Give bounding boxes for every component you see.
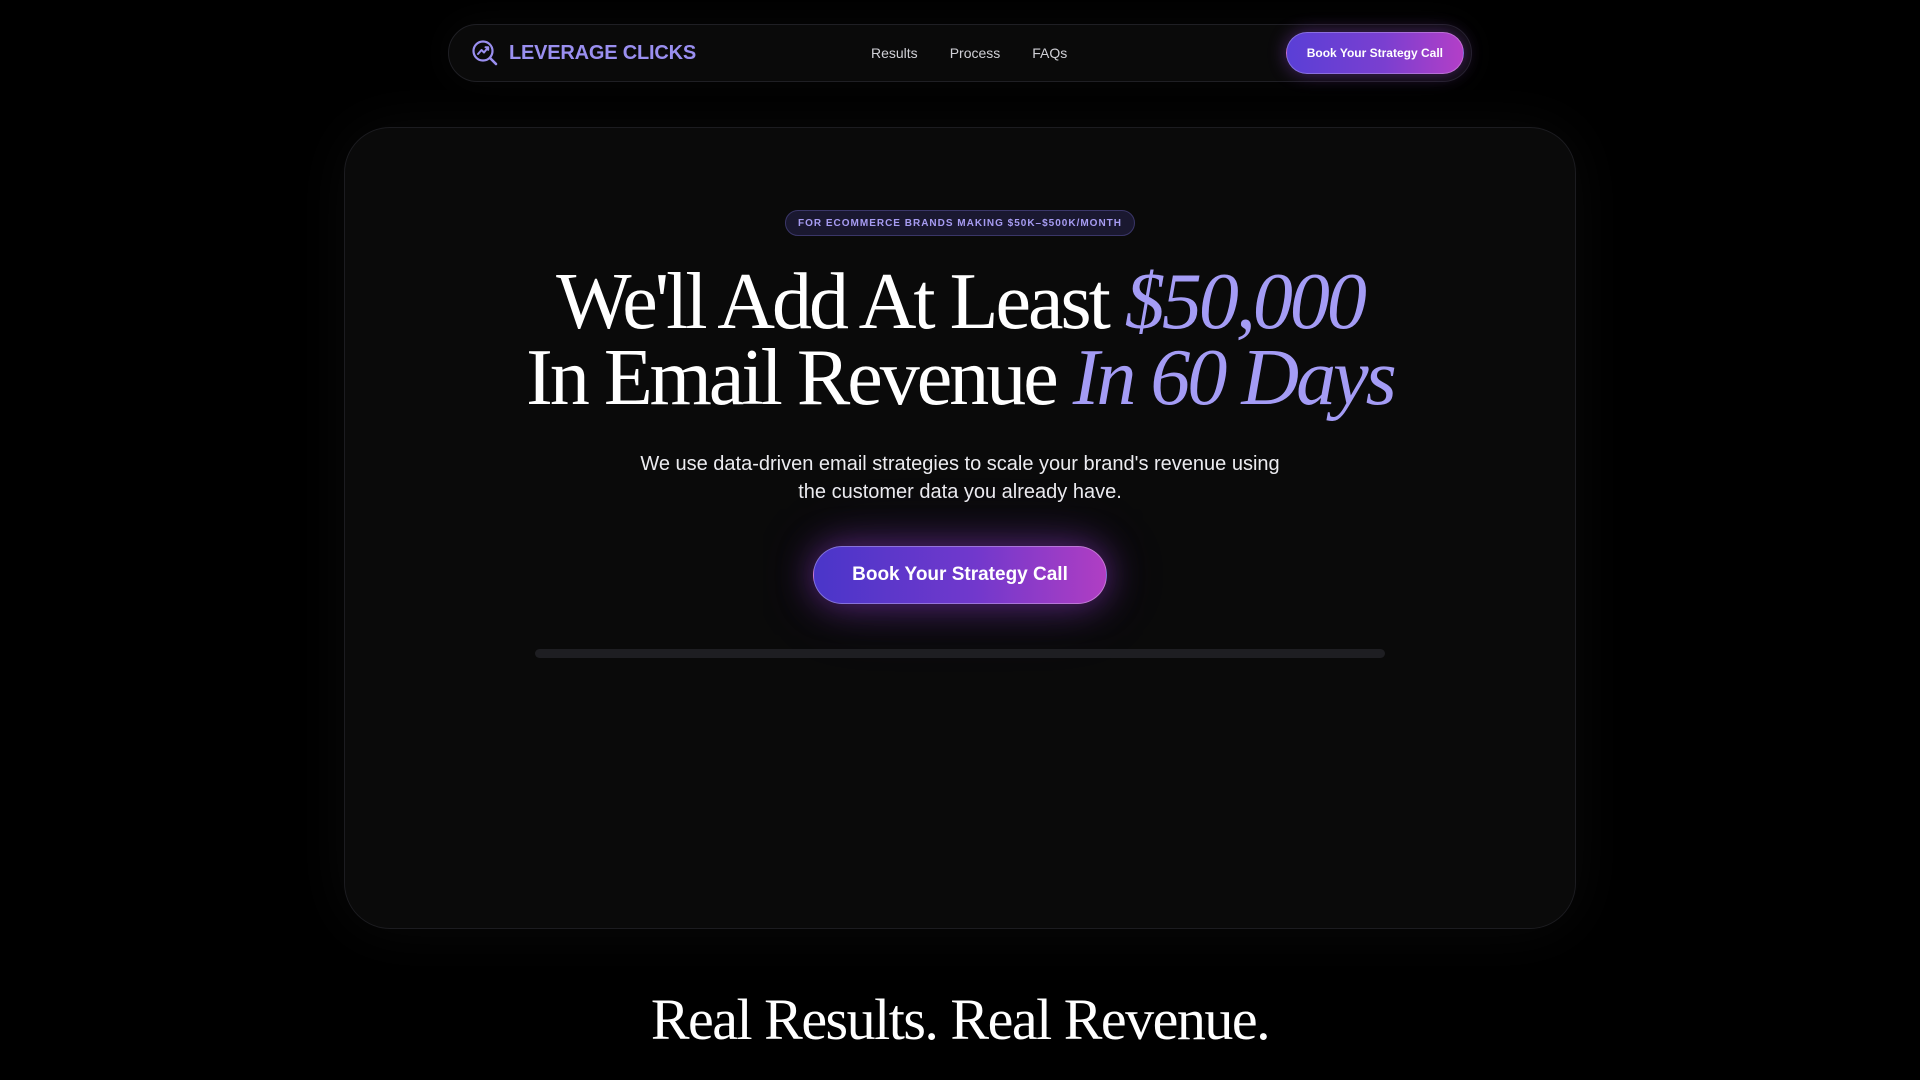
hero-subheadline: We use data-driven email strategies to s… [620, 450, 1300, 506]
audience-badge: FOR ECOMMERCE BRANDS MAKING $50K–$500K/M… [784, 210, 1136, 236]
brand-name: LEVERAGE CLICKS [509, 41, 697, 64]
hero-progress-bar [535, 649, 1385, 658]
hero-book-call-button[interactable]: Book Your Strategy Call [813, 546, 1107, 604]
brand-logo-link[interactable]: LEVERAGE CLICKS [471, 39, 871, 67]
top-nav-bar: LEVERAGE CLICKS Results Process FAQs Boo… [448, 24, 1472, 82]
headline-line1-accent: $50,000 [1124, 258, 1367, 346]
nav-book-call-button[interactable]: Book Your Strategy Call [1285, 32, 1464, 74]
nav-link-faqs[interactable]: FAQs [1032, 45, 1067, 61]
nav-link-results[interactable]: Results [871, 45, 918, 61]
headline-line2-accent: In 60 Days [1072, 334, 1397, 422]
chart-trend-magnifier-icon [471, 39, 499, 67]
nav-links: Results Process FAQs [871, 45, 1286, 61]
results-section-title: Real Results. Real Revenue. [650, 987, 1271, 1052]
headline-line2-text: In Email Revenue [526, 334, 1073, 422]
subheadline-line2: the customer data you already have. [798, 481, 1122, 503]
nav-link-process[interactable]: Process [950, 45, 1001, 61]
hero-card: FOR ECOMMERCE BRANDS MAKING $50K–$500K/M… [344, 127, 1576, 929]
headline-line1-text: We'll Add At Least [556, 258, 1125, 346]
subheadline-line1: We use data-driven email strategies to s… [640, 453, 1280, 475]
hero-headline: We'll Add At Least $50,000 In Email Reve… [345, 262, 1575, 418]
